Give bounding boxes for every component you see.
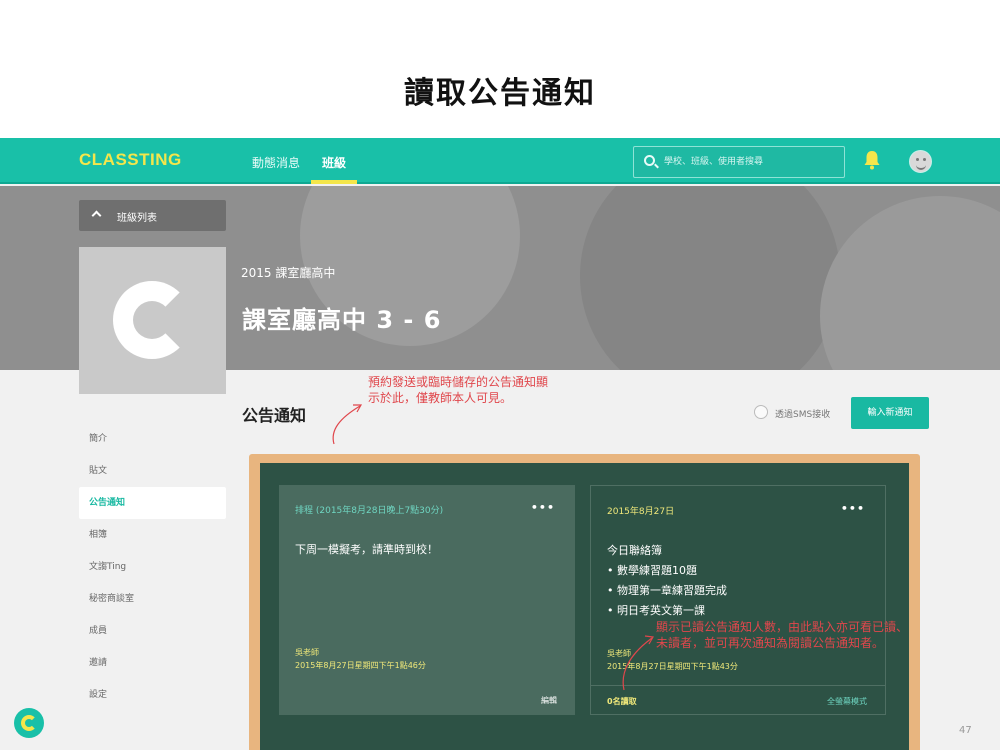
card-body: 今日聯絡簿 • 數學練習題10題 • 物理第一章練習題完成 • 明日考英文第一課: [607, 544, 727, 617]
sidebar-item-posts[interactable]: 貼文: [79, 455, 226, 487]
sidebar-item-invite[interactable]: 邀請: [79, 647, 226, 679]
edit-link[interactable]: 編輯: [541, 695, 557, 706]
scheduled-notice-card[interactable]: 排程 (2015年8月28日晚上7點30分) ••• 下周一模擬考，請準時到校！…: [279, 485, 575, 715]
sidebar-item-intro[interactable]: 簡介: [79, 423, 226, 455]
card-header: 排程 (2015年8月28日晚上7點30分): [295, 506, 444, 516]
more-options-icon[interactable]: •••: [841, 502, 865, 515]
card-body: 下周一模擬考，請準時到校！: [295, 543, 438, 556]
notification-bell-icon[interactable]: [863, 150, 881, 170]
search-icon: [644, 155, 655, 166]
page-number: 47: [959, 725, 972, 736]
slide-title: 讀取公告通知: [404, 76, 596, 111]
chevron-up-icon: [91, 210, 102, 221]
scheduled-annotation: 預約發送或臨時儲存的公告通知顯 示於此，僅教師本人可見。: [368, 375, 549, 405]
annotation-arrow-icon: [332, 404, 363, 445]
class-name: 課室廳高中 3 - 6: [242, 306, 442, 334]
classting-screenshot: CLASSTING 動態消息 班級 班級列表 2015 課室廳高中 課室廳高中 …: [0, 138, 1000, 750]
new-notice-button[interactable]: 輸入新通知: [851, 397, 929, 429]
class-list-button[interactable]: 班級列表: [79, 200, 226, 231]
nav-class[interactable]: 班級: [322, 154, 346, 171]
sidebar-item-settings[interactable]: 設定: [79, 679, 226, 711]
search-box[interactable]: [633, 146, 845, 178]
card-author: 吳老師: [295, 648, 319, 657]
class-c-logo-icon: [113, 281, 191, 359]
card-header: 2015年8月27日: [607, 507, 675, 517]
sidebar-item-notices[interactable]: 公告通知: [79, 487, 226, 519]
class-sidebar: 簡介 貼文 公告通知 相簿 文謅Ting 秘密商談室 成員 邀請 設定: [79, 423, 226, 711]
sms-label: 透過SMS接收: [775, 410, 831, 420]
school-name: 2015 課室廳高中: [241, 266, 336, 280]
class-logo: [79, 247, 226, 394]
user-avatar[interactable]: [909, 150, 932, 173]
sms-radio[interactable]: [754, 405, 768, 419]
notices-section-title: 公告通知: [242, 406, 307, 425]
sidebar-item-album[interactable]: 相簿: [79, 519, 226, 551]
more-options-icon[interactable]: •••: [531, 501, 555, 514]
search-input[interactable]: [664, 147, 839, 177]
read-count-link[interactable]: 0名讀取: [607, 696, 637, 707]
readers-annotation: 顯示已讀公告通知人數，由此點入亦可看已讀、 未讀者，並可再次通知為閱讀公告通知者…: [656, 620, 909, 650]
nav-news-feed[interactable]: 動態消息: [252, 154, 300, 171]
classting-logo[interactable]: CLASSTING: [79, 150, 182, 170]
sidebar-item-secret-room[interactable]: 秘密商談室: [79, 583, 226, 615]
classting-c-icon: [21, 715, 37, 731]
active-nav-indicator: [311, 180, 357, 184]
sidebar-item-members[interactable]: 成員: [79, 615, 226, 647]
annotation-arrow-icon: [622, 635, 654, 691]
top-navigation-bar: CLASSTING 動態消息 班級: [0, 138, 1000, 184]
fullscreen-mode-link[interactable]: 全螢幕模式: [827, 696, 867, 707]
classting-corner-logo: [14, 708, 44, 738]
card-date: 2015年8月27日星期四下午1點46分: [295, 661, 426, 670]
sidebar-item-ting[interactable]: 文謅Ting: [79, 551, 226, 583]
